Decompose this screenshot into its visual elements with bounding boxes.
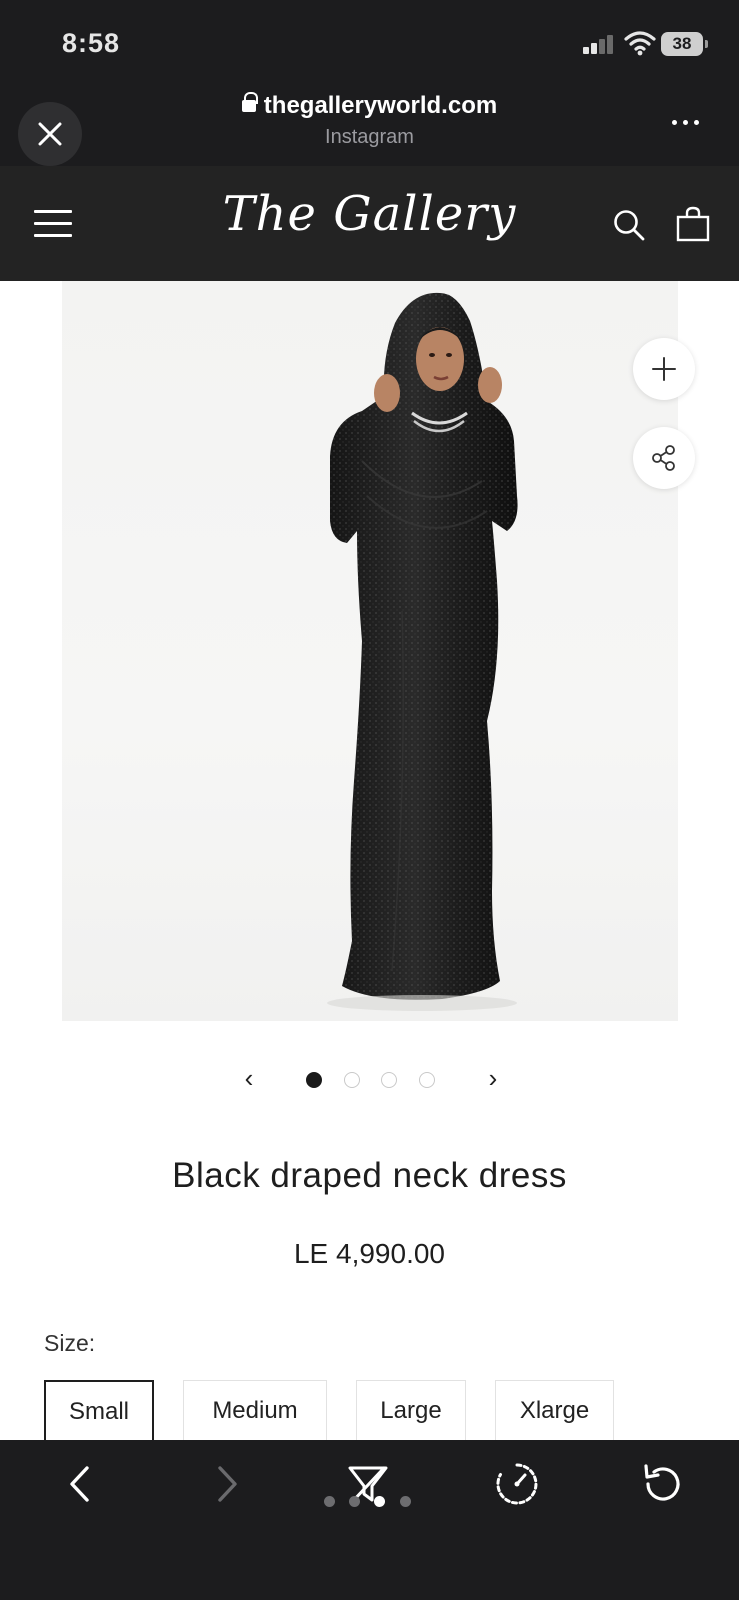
- battery-icon: 38: [661, 32, 708, 56]
- share-icon: [652, 445, 675, 471]
- carousel-prev-button[interactable]: ‹: [238, 1064, 260, 1092]
- size-label: Size:: [44, 1330, 96, 1356]
- model-in-black-sequin-hooded-dress: [327, 292, 518, 1011]
- carousel-dot-4[interactable]: [419, 1072, 435, 1088]
- wifi-icon: [624, 31, 656, 56]
- domain-text: thegalleryworld.com: [263, 92, 498, 119]
- zoom-button[interactable]: [633, 338, 695, 400]
- status-time: 8:58: [62, 28, 121, 58]
- search-icon[interactable]: [612, 208, 646, 242]
- refresh-button[interactable]: [634, 1456, 690, 1512]
- product-image[interactable]: [62, 281, 678, 1021]
- carousel-nav: ‹ ›: [0, 1064, 739, 1094]
- url-display[interactable]: thegalleryworld.com: [0, 92, 739, 120]
- timer-icon: [496, 1463, 538, 1505]
- size-option-xlarge[interactable]: Xlarge: [495, 1380, 614, 1442]
- product-price: LE 4,990.00: [293, 1238, 446, 1269]
- site-header: The Gallery: [0, 166, 739, 281]
- lock-icon: [241, 92, 258, 114]
- carousel-next-button[interactable]: ›: [482, 1064, 504, 1092]
- more-icon: [672, 120, 677, 125]
- carousel-dot-2[interactable]: [344, 1072, 360, 1088]
- page-indicator: [324, 1496, 414, 1510]
- forward-icon: [218, 1466, 237, 1502]
- cellular-signal-icon: [583, 34, 619, 54]
- share-button[interactable]: [633, 427, 695, 489]
- back-button[interactable]: [52, 1456, 108, 1512]
- size-option-large[interactable]: Large: [356, 1380, 466, 1442]
- battery-level: 38: [672, 34, 692, 53]
- product-gallery: [0, 281, 739, 1021]
- shopping-bag-icon[interactable]: [676, 206, 710, 242]
- size-option-medium[interactable]: Medium: [183, 1380, 327, 1442]
- carousel-dot-3[interactable]: [381, 1072, 397, 1088]
- back-icon: [70, 1466, 89, 1502]
- timer-button[interactable]: [489, 1456, 545, 1512]
- refresh-icon: [644, 1464, 680, 1501]
- in-app-browser-bar: thegalleryworld.com Instagram: [0, 84, 739, 166]
- more-options-button[interactable]: [672, 120, 708, 130]
- browser-toolbar: [0, 1440, 739, 1600]
- product-title: Black draped neck dress: [172, 1156, 567, 1195]
- forward-button[interactable]: [199, 1456, 255, 1512]
- source-app-label: Instagram: [325, 126, 414, 148]
- status-bar: 8:58 38: [0, 0, 739, 84]
- size-option-small[interactable]: Small: [44, 1380, 154, 1442]
- carousel-dot-1[interactable]: [306, 1072, 322, 1088]
- plus-icon: [652, 357, 676, 381]
